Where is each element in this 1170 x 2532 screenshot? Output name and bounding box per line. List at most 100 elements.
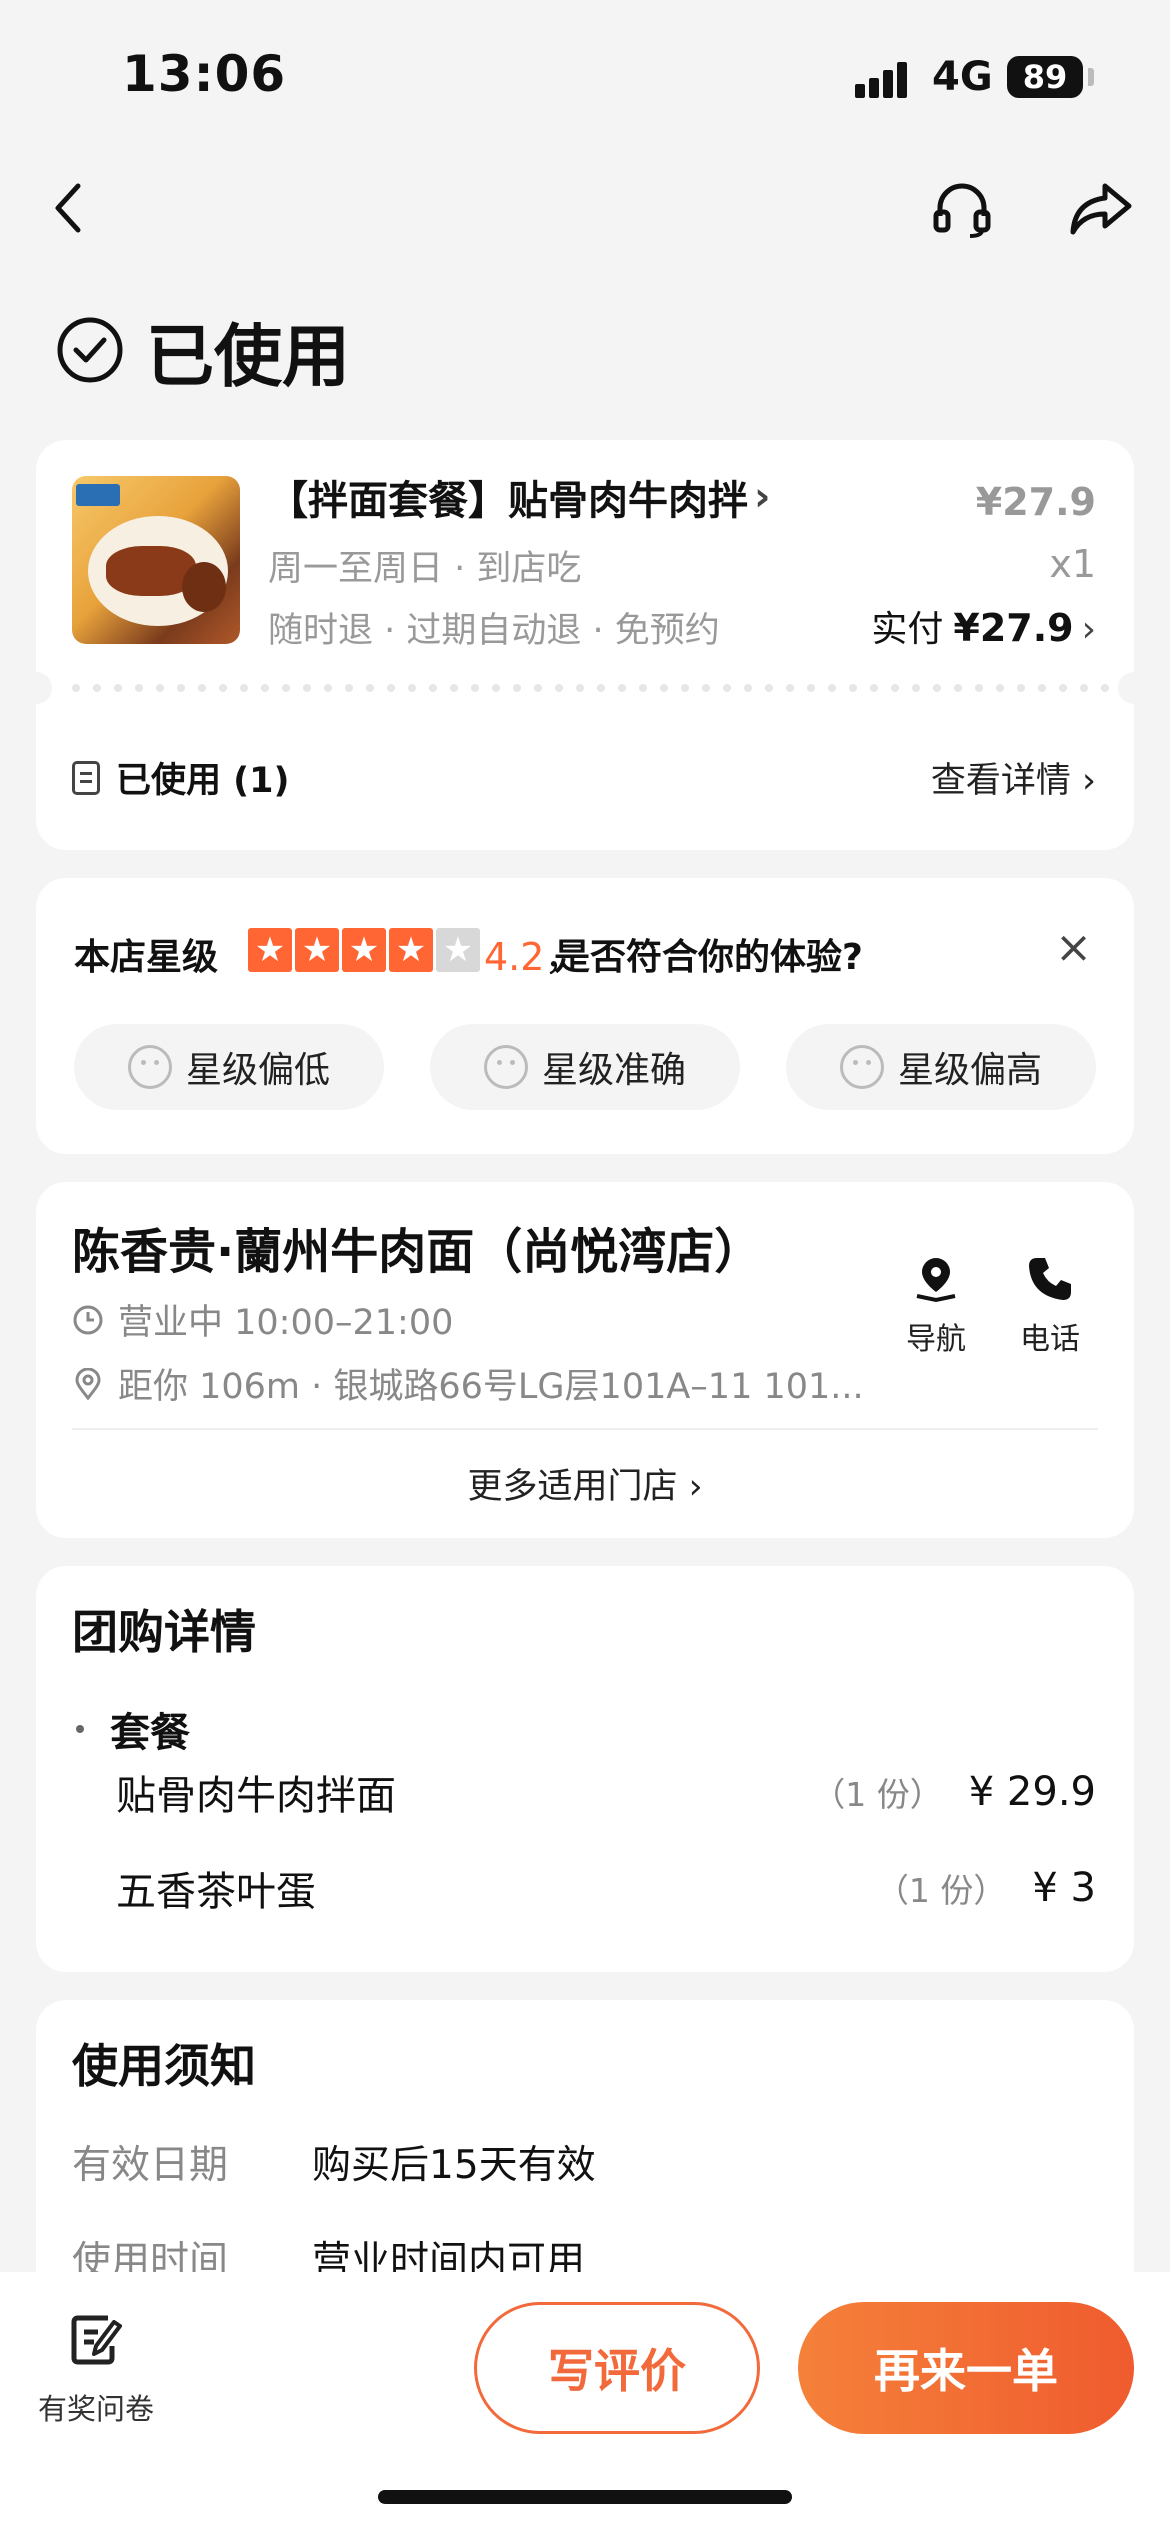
share-button[interactable]: [1062, 170, 1138, 246]
close-icon[interactable]: ×: [1055, 926, 1092, 970]
rating-question: 是否符合你的体验?: [554, 937, 863, 978]
navigate-button[interactable]: 导航: [886, 1254, 986, 1358]
product-thumbnail[interactable]: [72, 476, 240, 644]
perforation-dot: [93, 684, 101, 692]
paid-amount-link[interactable]: 实付 ¥27.9 ›: [871, 600, 1096, 652]
perforation-notch: [1118, 672, 1150, 704]
deal-item-count: （1 份）: [875, 1871, 1007, 1910]
perforation-dot: [996, 684, 1004, 692]
notice-value: 购买后15天有效: [312, 2143, 596, 2188]
deal-item: 五香茶叶蛋 （1 份） ¥ 3: [116, 1858, 1096, 1918]
signal-icon: [855, 58, 915, 98]
product-name-link[interactable]: 【拌面套餐】贴骨肉牛肉拌 ›: [268, 468, 770, 526]
star-icon: ★: [248, 928, 292, 972]
phone-icon: [1029, 1258, 1071, 1300]
store-name[interactable]: 陈香贵·蘭州牛肉面（尚悦湾店）: [72, 1212, 762, 1282]
perforation-dot: [702, 684, 710, 692]
perforation-dot: [870, 684, 878, 692]
perforation-dot: [765, 684, 773, 692]
perforation-dot: [849, 684, 857, 692]
perforation-dot: [282, 684, 290, 692]
deal-item-price: ¥ 3: [1032, 1865, 1096, 1911]
deal-title: 团购详情: [72, 1605, 256, 1659]
rating-high-label: 星级偏高: [897, 1050, 1042, 1091]
perforation-dot: [1017, 684, 1025, 692]
write-review-button[interactable]: 写评价: [474, 2302, 760, 2434]
perforation-notch: [20, 672, 52, 704]
survey-button[interactable]: 有奖问卷: [36, 2312, 156, 2428]
deal-group-label: 套餐: [110, 1710, 190, 1756]
survey-edit-icon: [71, 2315, 122, 2365]
perforation-dot: [513, 684, 521, 692]
paid-amount: ¥27.9: [953, 606, 1074, 650]
perforation-dot: [261, 684, 269, 692]
ticket-perforation: [20, 672, 1150, 704]
perforation-dot: [72, 684, 80, 692]
perforation-dot: [639, 684, 647, 692]
perforation-dot: [681, 684, 689, 692]
star-icon: ★: [389, 928, 433, 972]
back-button[interactable]: [30, 170, 106, 246]
product-name: 【拌面套餐】贴骨肉牛肉拌: [268, 478, 748, 524]
store-card: 陈香贵·蘭州牛肉面（尚悦湾店） 营业中 10:00–21:00 距你 106m …: [36, 1182, 1134, 1538]
navigate-label: 导航: [906, 1322, 966, 1357]
perforation-dot: [534, 684, 542, 692]
used-count: 已使用 (1): [72, 752, 290, 803]
check-circle-icon: [57, 317, 123, 383]
rating-card: 本店星级 ★ ★ ★ ★ ★ 4.2， 是否符合你的体验? × 星级偏低 星级准确 星级…: [36, 878, 1134, 1154]
notice-row: 有效日期 购买后15天有效: [72, 2134, 596, 2190]
headset-icon: [933, 183, 991, 238]
perforation-dot: [471, 684, 479, 692]
product-refund-policy: 随时退 · 过期自动退 · 免预约: [268, 611, 720, 651]
status-time: 13:06: [122, 45, 287, 103]
perforation-dot: [576, 684, 584, 692]
product-schedule: 周一至周日 · 到店吃: [268, 549, 582, 589]
perforation-dot: [723, 684, 731, 692]
rating-accurate-button[interactable]: 星级准确: [430, 1024, 740, 1110]
perforation-dot: [744, 684, 752, 692]
quantity: x1: [1049, 542, 1096, 586]
chevron-right-icon: ›: [1081, 609, 1096, 650]
deal-item-count: （1 份）: [812, 1775, 943, 1814]
perforation-dot: [786, 684, 794, 692]
perforation-dot: [408, 684, 416, 692]
phone-label: 电话: [1020, 1322, 1080, 1357]
reorder-button[interactable]: 再来一单: [798, 2302, 1134, 2434]
view-details-link[interactable]: 查看详情 ›: [931, 752, 1096, 803]
navigation-pin-icon: [916, 1258, 956, 1303]
deal-details-card: 团购详情 套餐 贴骨肉牛肉拌面 （1 份） ¥ 29.9 五香茶叶蛋 （1 份）…: [36, 1566, 1134, 1972]
perforation-dot: [891, 684, 899, 692]
paid-label: 实付: [871, 609, 944, 650]
perforation-dot: [135, 684, 143, 692]
deal-group: 套餐: [72, 1700, 190, 1758]
top-nav: [0, 160, 1170, 250]
perforation-dot: [450, 684, 458, 692]
deal-item-name: 贴骨肉牛肉拌面: [116, 1773, 396, 1819]
perforation-dot: [828, 684, 836, 692]
perforation-dot: [660, 684, 668, 692]
notice-key: 有效日期: [72, 2143, 229, 2188]
customer-service-button[interactable]: [924, 170, 1000, 246]
star-rating: ★ ★ ★ ★ ★: [248, 928, 483, 972]
store-hours: 营业中 10:00–21:00: [72, 1294, 453, 1345]
perforation-dot: [1101, 684, 1109, 692]
share-arrow-icon: [1070, 183, 1132, 235]
perforation-dot: [324, 684, 332, 692]
perforation-dot: [912, 684, 920, 692]
document-icon: [72, 760, 100, 795]
rating-high-button[interactable]: 星级偏高: [786, 1024, 1096, 1110]
more-stores-link[interactable]: 更多适用门店 ›: [36, 1458, 1134, 1509]
order-card: 【拌面套餐】贴骨肉牛肉拌 › 周一至周日 · 到店吃 随时退 · 过期自动退 ·…: [20, 440, 1150, 850]
rating-accurate-label: 星级准确: [541, 1050, 686, 1091]
store-address-text: 距你 106m · 银城路66号LG层101A–11 101...: [118, 1367, 864, 1407]
survey-label: 有奖问卷: [37, 2392, 154, 2426]
clock-icon: [73, 1305, 103, 1334]
phone-button[interactable]: 电话: [1000, 1254, 1100, 1358]
star-icon: ★: [436, 928, 480, 972]
deal-item-price: ¥ 29.9: [968, 1769, 1096, 1815]
rating-low-button[interactable]: 星级偏低: [74, 1024, 384, 1110]
perforation-dot: [345, 684, 353, 692]
perforation-dot: [177, 684, 185, 692]
notice-title: 使用须知: [72, 2039, 256, 2093]
network-type: 4G: [932, 54, 993, 100]
